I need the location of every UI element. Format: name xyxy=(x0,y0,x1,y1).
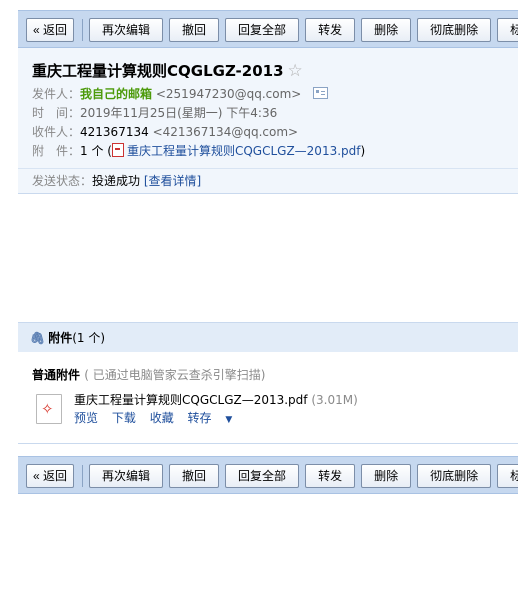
scan-note: ( 已通过电脑管家云查杀引擎扫描) xyxy=(84,368,266,382)
recall-button[interactable]: 撤回 xyxy=(169,464,220,488)
recipient-row: 收件人：421367134 <421367134@qq.com> xyxy=(32,123,298,142)
attachment-count: 1 个 ( xyxy=(80,144,112,158)
pdf-file-icon: ✧ xyxy=(36,394,62,424)
attachment-file: 重庆工程量计算规则CQGCLGZ—2013.pdf (3.01M) xyxy=(74,391,358,408)
back-button[interactable]: « 返回 xyxy=(26,464,75,488)
pdf-logo-icon: ✧ xyxy=(41,400,54,418)
bottom-toolbar: « 返回 再次编辑 撤回 回复全部 转发 删除 彻底删除 标记为 xyxy=(18,456,518,494)
chevron-down-icon: ▼ xyxy=(225,415,233,425)
reply-all-button[interactable]: 回复全部 xyxy=(225,18,300,42)
time-label: 时 间： xyxy=(32,106,81,120)
attachments-header: 🖇︎ 附件(1 个) xyxy=(18,322,518,352)
status-details-link[interactable]: [查看详情] xyxy=(144,174,201,188)
attachments-count: (1 个) xyxy=(72,331,106,345)
mail-subject: 重庆工程量计算规则CQGLGZ-2013 ☆ xyxy=(32,60,303,81)
mark-as-button[interactable]: 标记为 xyxy=(497,464,518,488)
attachment-row: 附 件：1 个 ( 重庆工程量计算规则CQGCLGZ—2013.pdf) xyxy=(32,142,365,161)
section-title: 普通附件 xyxy=(32,368,81,382)
recall-button[interactable]: 撤回 xyxy=(169,18,220,42)
delete-button[interactable]: 删除 xyxy=(361,18,412,42)
subject-text: 重庆工程量计算规则CQGLGZ-2013 xyxy=(32,62,284,80)
favorite-link[interactable]: 收藏 xyxy=(150,411,174,425)
attachment-file-size: (3.01M) xyxy=(311,393,358,407)
reedit-button[interactable]: 再次编辑 xyxy=(89,18,164,42)
preview-link[interactable]: 预览 xyxy=(74,411,98,425)
recipient-address: <421367134@qq.com> xyxy=(152,125,299,139)
mark-as-button[interactable]: 标记为 xyxy=(497,18,518,42)
delete-forever-button[interactable]: 彻底删除 xyxy=(417,464,492,488)
attachment-close-paren: ) xyxy=(360,144,366,158)
sender-label: 发件人： xyxy=(32,87,81,101)
delete-forever-button[interactable]: 彻底删除 xyxy=(417,18,492,42)
recipient-label: 收件人： xyxy=(32,125,81,139)
sender-row: 发件人：我自己的邮箱 <251947230@qq.com> xyxy=(32,85,329,104)
attachment-link[interactable]: 重庆工程量计算规则CQGCLGZ—2013.pdf xyxy=(127,144,361,158)
time-value: 2019年11月25日(星期一) 下午4:36 xyxy=(80,106,278,120)
delete-button[interactable]: 删除 xyxy=(361,464,412,488)
status-label: 发送状态： xyxy=(32,174,93,188)
star-icon[interactable]: ☆ xyxy=(288,61,303,81)
back-button[interactable]: « 返回 xyxy=(26,18,75,42)
forward-button[interactable]: 转发 xyxy=(305,464,356,488)
save-to-link[interactable]: 转存 ▼ xyxy=(188,411,243,425)
toolbar-separator xyxy=(82,465,84,487)
status-value: 投递成功 xyxy=(92,174,141,188)
attachment-file-name[interactable]: 重庆工程量计算规则CQGCLGZ—2013.pdf xyxy=(74,393,308,407)
paperclip-icon: 🖇︎ xyxy=(30,331,46,345)
reply-all-button[interactable]: 回复全部 xyxy=(225,464,300,488)
attachment-actions: 预览 下载 收藏 转存 ▼ xyxy=(74,409,252,426)
toolbar-separator xyxy=(82,19,84,41)
attachment-label: 附 件： xyxy=(32,144,81,158)
contact-card-icon[interactable] xyxy=(313,87,329,99)
save-to-label: 转存 xyxy=(187,411,212,425)
sender-name[interactable]: 我自己的邮箱 xyxy=(80,87,152,101)
attachments-body: 普通附件 ( 已通过电脑管家云查杀引擎扫描) ✧ 重庆工程量计算规则CQGCLG… xyxy=(18,352,518,444)
sender-address: <251947230@qq.com> xyxy=(155,87,302,101)
download-link[interactable]: 下载 xyxy=(112,411,136,425)
time-row: 时 间：2019年11月25日(星期一) 下午4:36 xyxy=(32,104,277,123)
normal-attachments-section: 普通附件 ( 已通过电脑管家云查杀引擎扫描) xyxy=(32,366,265,383)
mail-header: 重庆工程量计算规则CQGLGZ-2013 ☆ 发件人：我自己的邮箱 <25194… xyxy=(18,48,518,194)
forward-button[interactable]: 转发 xyxy=(305,18,356,42)
attachments-title: 附件 xyxy=(48,331,73,345)
recipient-name[interactable]: 421367134 xyxy=(80,125,149,139)
top-toolbar: « 返回 再次编辑 撤回 回复全部 转发 删除 彻底删除 标记为 xyxy=(18,10,518,48)
reedit-button[interactable]: 再次编辑 xyxy=(89,464,164,488)
send-status-row: 发送状态：投递成功 [查看详情] xyxy=(18,168,518,194)
pdf-icon xyxy=(111,143,124,157)
